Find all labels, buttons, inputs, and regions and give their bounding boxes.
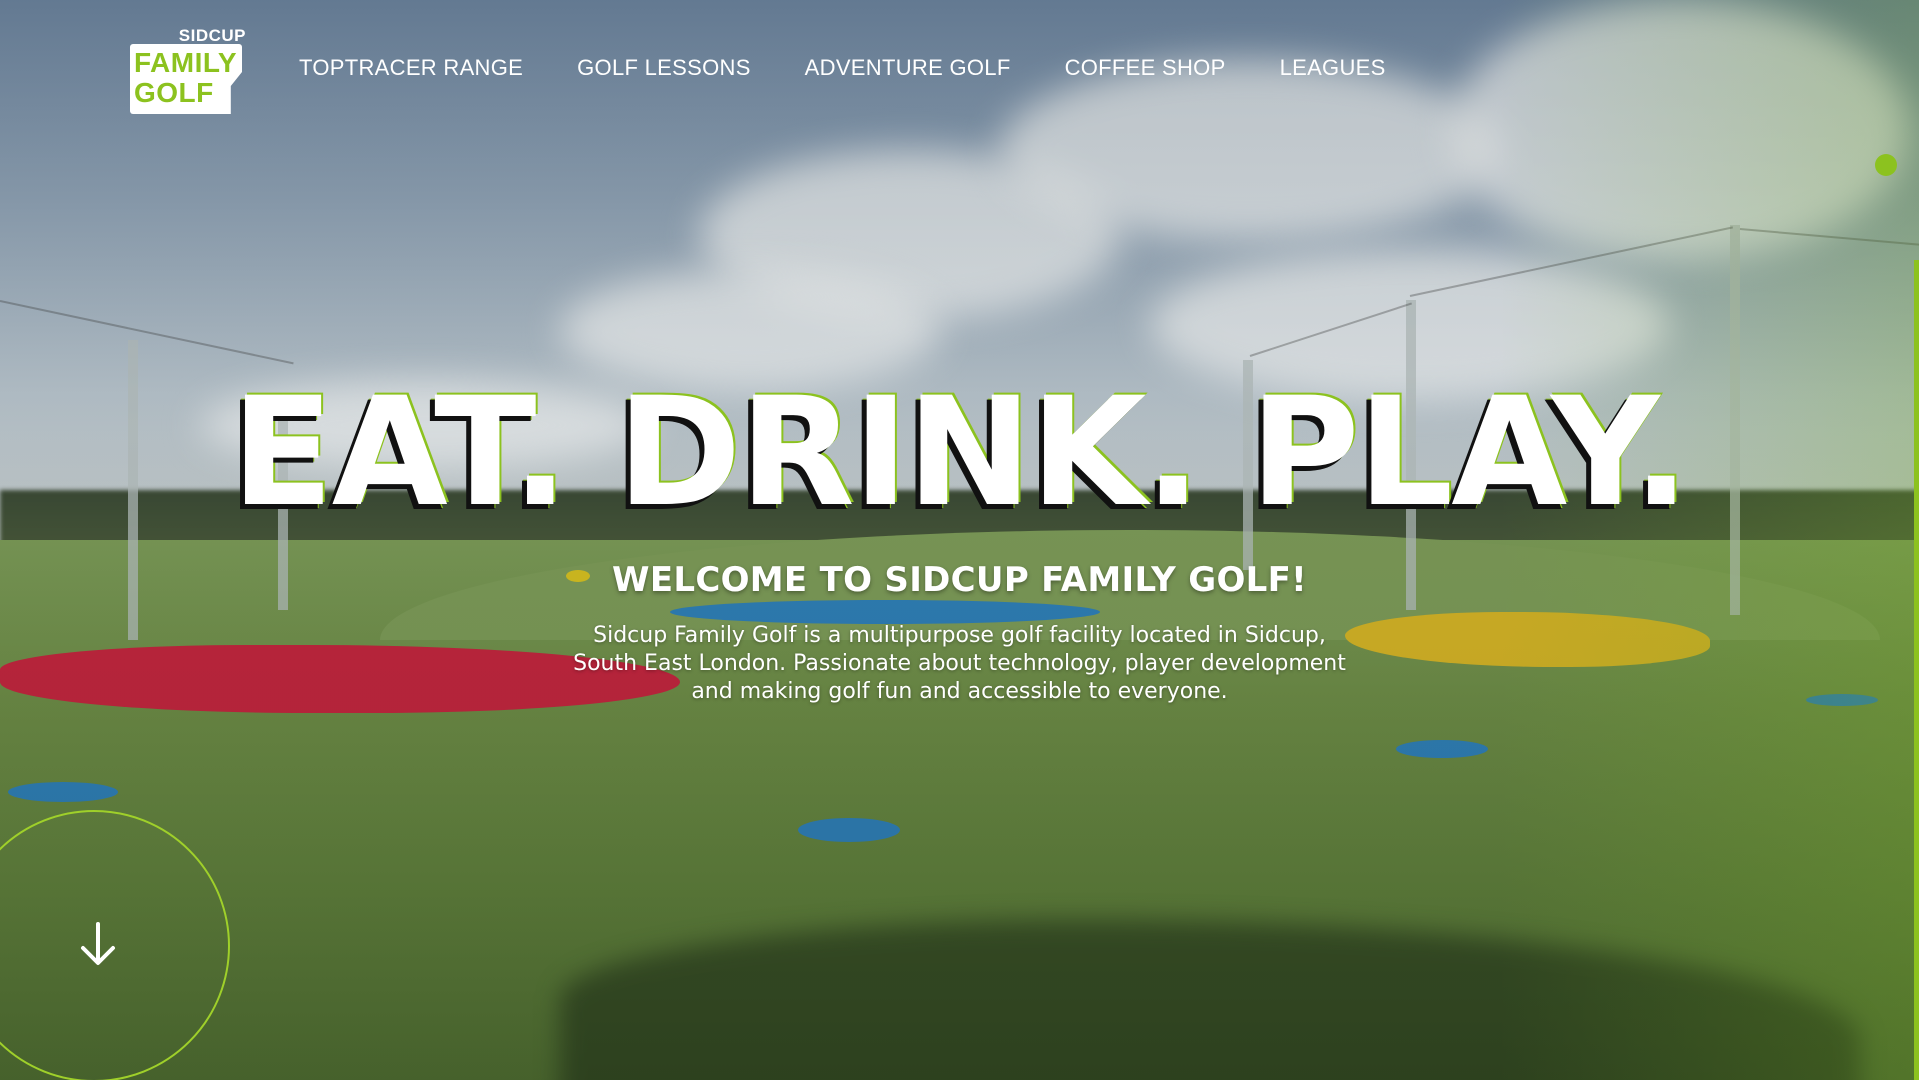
arrow-down-icon[interactable]	[78, 920, 118, 970]
nav-item-toptracer-range[interactable]: TOPTRACER RANGE	[299, 55, 523, 81]
hero-background-image	[0, 0, 1919, 1080]
hero-title: EAT. DRINK. PLAY.	[231, 366, 1689, 540]
hero-description: Sidcup Family Golf is a multipurpose gol…	[573, 623, 1346, 704]
hero-subtitle: WELCOME TO SIDCUP FAMILY GOLF!	[612, 560, 1307, 600]
nav-item-coffee-shop[interactable]: COFFEE SHOP	[1065, 55, 1226, 81]
logo-text-golf: GOLF	[134, 77, 214, 108]
nav-item-golf-lessons[interactable]: GOLF LESSONS	[577, 55, 751, 81]
overlay-shade	[0, 0, 1919, 1080]
logo-badge: FAMILY GOLF	[130, 44, 242, 114]
page: SIDCUP FAMILY GOLF TOPTRACER RANGE GOLF …	[0, 0, 1919, 1080]
nav-item-adventure-golf[interactable]: ADVENTURE GOLF	[805, 55, 1011, 81]
logo-text-sidcup: SIDCUP	[178, 26, 246, 45]
main-navigation: TOPTRACER RANGE GOLF LESSONS ADVENTURE G…	[299, 55, 1440, 81]
site-logo[interactable]: SIDCUP FAMILY GOLF	[130, 26, 246, 116]
dot-indicator-icon[interactable]	[1875, 154, 1897, 176]
nav-item-leagues[interactable]: LEAGUES	[1280, 55, 1386, 81]
logo-text-family: FAMILY	[134, 47, 238, 78]
